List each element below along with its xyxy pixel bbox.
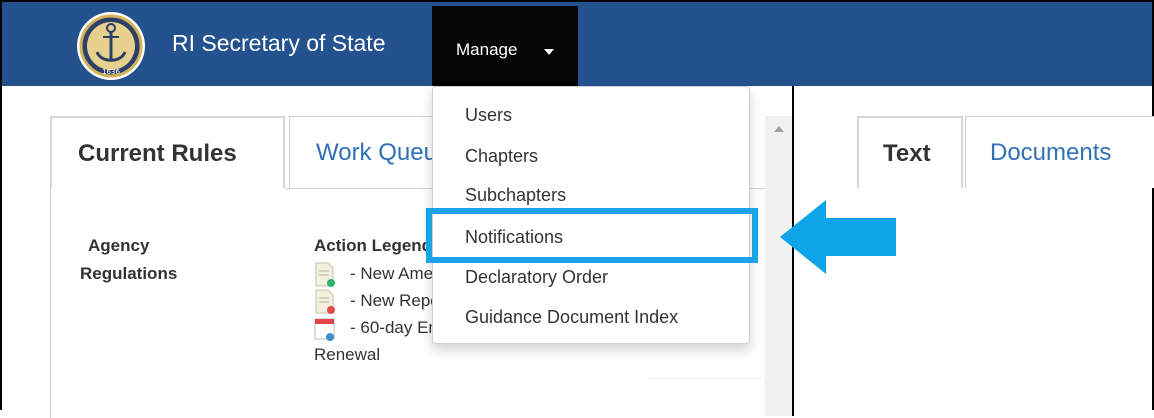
new-amendment-doc-icon <box>315 262 335 287</box>
scroll-up-icon[interactable] <box>774 126 784 132</box>
legend-tail: Renewal <box>314 345 381 364</box>
anchor-seal-icon[interactable]: 1636 <box>72 10 150 82</box>
brand-title[interactable]: RI Secretary of State <box>172 30 385 57</box>
new-repeal-doc-icon <box>315 289 335 314</box>
left-arrow-icon <box>780 200 896 274</box>
menu-item-declaratory-order[interactable]: Declaratory Order <box>465 267 608 288</box>
panel-border <box>50 188 51 418</box>
tab-text[interactable]: Text <box>857 116 963 188</box>
tab-current-rules-label: Current Rules <box>78 140 237 167</box>
menu-item-guidance-document-index[interactable]: Guidance Document Index <box>465 307 678 328</box>
menu-item-subchapters[interactable]: Subchapters <box>465 185 566 206</box>
tab-documents-label: Documents <box>990 139 1112 166</box>
manage-label: Manage <box>456 40 518 59</box>
notifications-highlight-box <box>426 208 758 263</box>
logo-year: 1636 <box>102 68 120 76</box>
manage-menu-button[interactable]: Manage <box>432 6 578 86</box>
tab-text-label: Text <box>883 140 931 167</box>
menu-item-users[interactable]: Users <box>465 105 512 126</box>
calendar-renewal-icon <box>314 318 335 341</box>
panel-inner-line <box>648 378 765 379</box>
caret-down-icon <box>544 49 554 55</box>
tab-current-rules[interactable]: Current Rules <box>50 116 285 188</box>
menu-item-chapters[interactable]: Chapters <box>465 146 538 167</box>
agency-regulations-label: Agency Regulations <box>80 236 178 283</box>
tab-documents[interactable]: Documents <box>965 116 1154 188</box>
tab-work-queue-label: Work Queue <box>316 139 451 166</box>
